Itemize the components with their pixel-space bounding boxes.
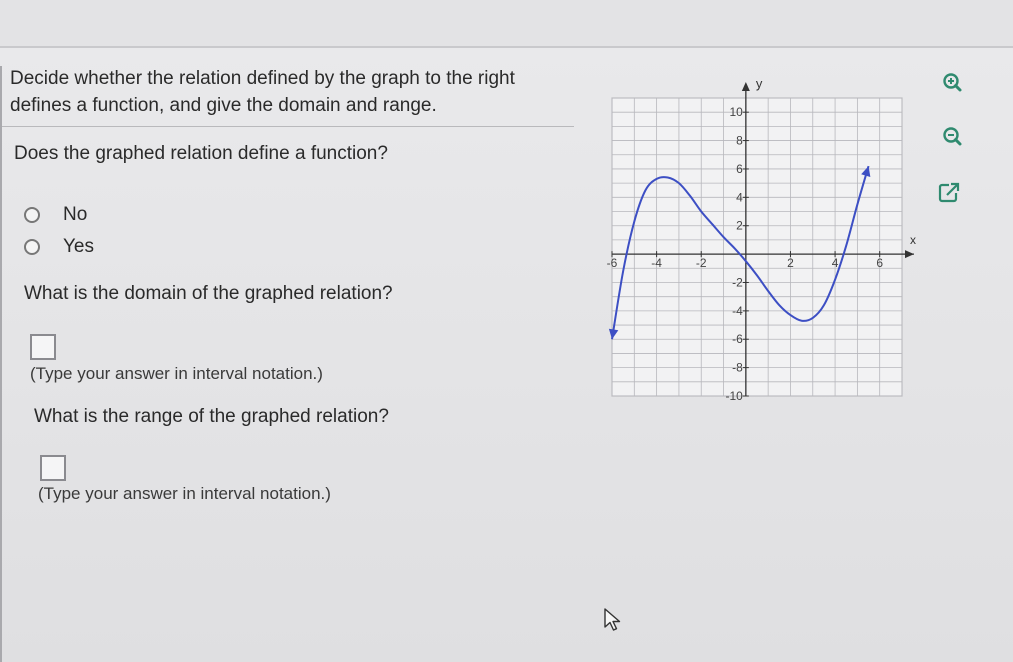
y-tick-label: 6 xyxy=(736,162,743,176)
option-yes-label: Yes xyxy=(63,236,94,257)
y-axis-label: y xyxy=(756,76,763,91)
graph-plot: x y -6 -4 -2 2 4 6 10 8 6 4 2 -2 -4 -6 -8 -10 xyxy=(607,76,916,403)
range-answer-input[interactable] xyxy=(40,455,66,481)
function-question: Does the graphed relation define a funct… xyxy=(14,143,388,164)
zoom-out-button[interactable] xyxy=(935,120,969,154)
zoom-out-icon xyxy=(943,127,962,146)
zoom-in-button[interactable] xyxy=(935,66,969,100)
panel-left-border xyxy=(0,66,2,662)
radio-no[interactable] xyxy=(24,207,40,223)
x-tick-label: 2 xyxy=(787,256,794,270)
y-tick-label: -4 xyxy=(732,304,743,318)
y-tick-label: 10 xyxy=(729,105,743,119)
prompt-divider xyxy=(2,126,574,127)
x-tick-label: -4 xyxy=(651,256,662,270)
y-tick-label: 8 xyxy=(736,134,743,148)
radio-yes[interactable] xyxy=(24,239,40,255)
question-prompt-line1: Decide whether the relation defined by t… xyxy=(10,68,515,89)
y-tick-label: -10 xyxy=(726,389,744,403)
option-no[interactable]: No xyxy=(24,204,87,226)
plot-background xyxy=(611,97,903,397)
x-tick-label: 6 xyxy=(876,256,883,270)
option-yes[interactable]: Yes xyxy=(24,236,94,258)
y-tick-label: 4 xyxy=(736,190,743,204)
domain-question: What is the domain of the graphed relati… xyxy=(24,283,393,304)
top-toolbar-band xyxy=(0,0,1013,46)
question-prompt: Decide whether the relation defined by t… xyxy=(10,65,570,119)
x-tick-label: 4 xyxy=(832,256,839,270)
x-axis-label: x xyxy=(910,233,916,247)
popout-icon xyxy=(938,182,960,203)
popout-button[interactable] xyxy=(932,176,966,210)
option-no-label: No xyxy=(63,204,88,225)
mouse-cursor-icon xyxy=(604,608,621,631)
y-tick-label: -2 xyxy=(732,275,743,289)
y-tick-label: 2 xyxy=(736,219,743,233)
y-tick-label: -6 xyxy=(732,332,743,346)
y-tick-label: -8 xyxy=(732,361,743,375)
range-hint: (Type your answer in interval notation.) xyxy=(38,484,331,503)
range-question: What is the range of the graphed relatio… xyxy=(34,406,389,427)
zoom-in-icon xyxy=(943,73,962,92)
question-prompt-line2: defines a function, and give the domain … xyxy=(10,95,437,116)
x-tick-label: -6 xyxy=(607,256,618,270)
domain-hint: (Type your answer in interval notation.) xyxy=(30,364,323,383)
domain-answer-input[interactable] xyxy=(30,334,56,360)
x-tick-label: -2 xyxy=(696,256,707,270)
x-axis-arrow xyxy=(905,250,914,259)
y-axis-arrow xyxy=(741,82,750,91)
